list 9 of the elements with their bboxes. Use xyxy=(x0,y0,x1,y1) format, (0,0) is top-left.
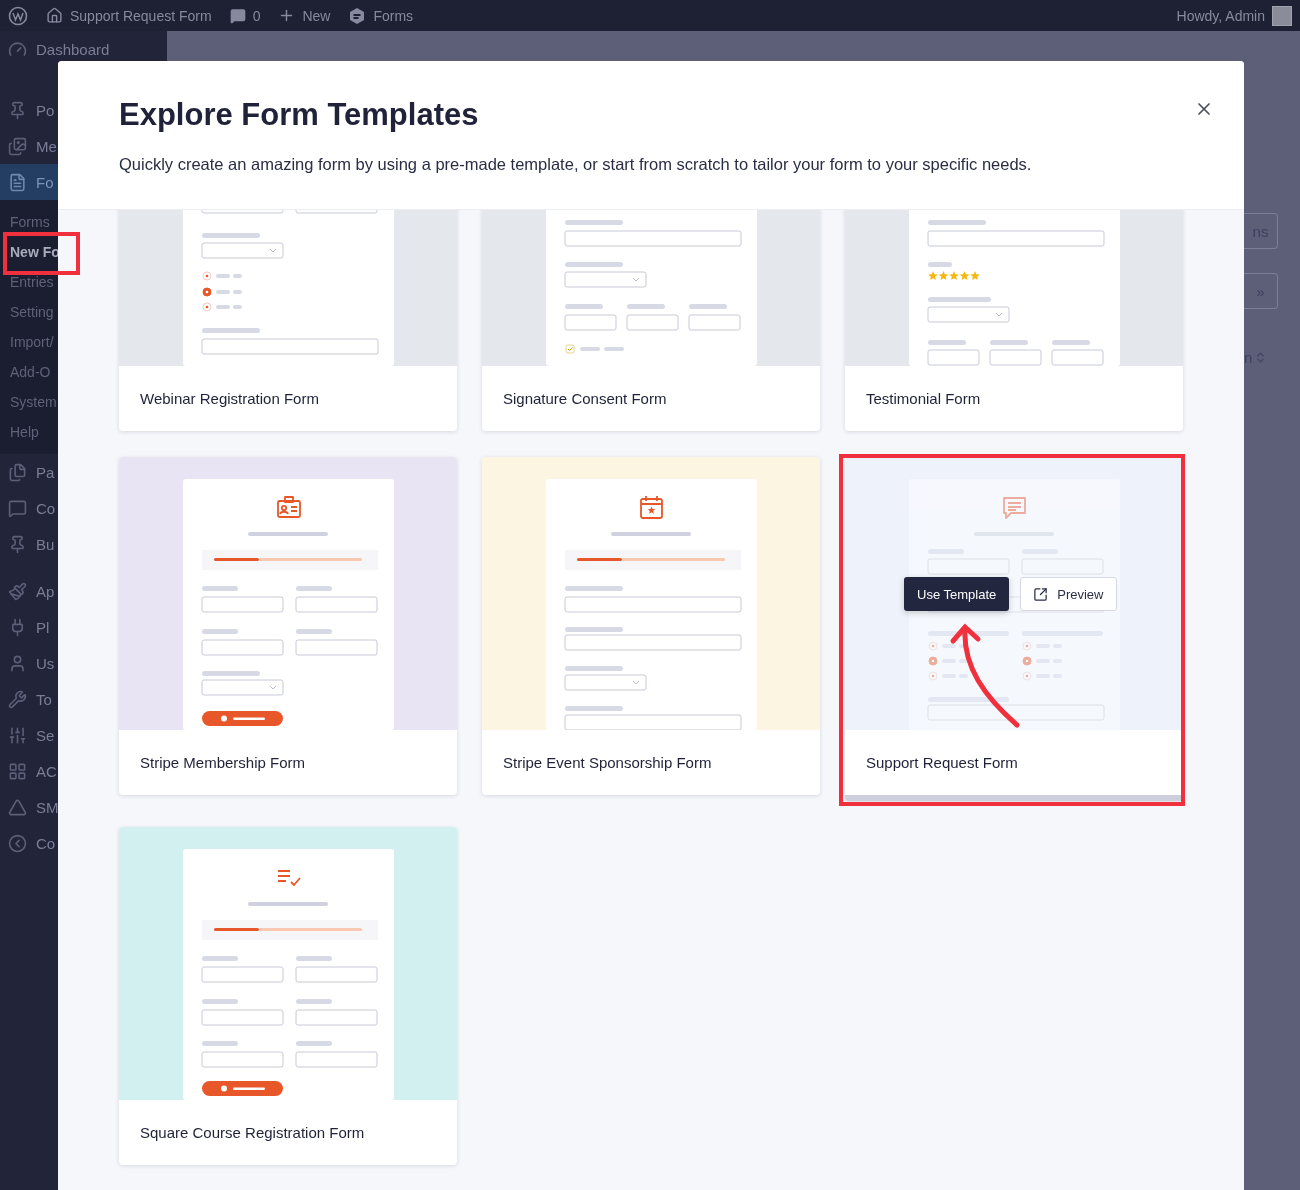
template-name: Square Course Registration Form xyxy=(139,1123,366,1143)
template-name: Support Request Form xyxy=(865,753,1019,773)
template-name: Webinar Registration Form xyxy=(139,389,320,409)
template-name: Signature Consent Form xyxy=(502,389,668,409)
template-name: Testimonial Form xyxy=(865,389,982,409)
template-name: Stripe Membership Form xyxy=(139,753,307,773)
template-name: Stripe Event Sponsorship Form xyxy=(502,753,713,773)
modal-subtitle: Quickly create an amazing form by using a pre-made template, or start from scratch to tailor your form to your specific needs. xyxy=(119,155,1033,174)
modal-title: Explore Form Templates xyxy=(119,97,480,133)
